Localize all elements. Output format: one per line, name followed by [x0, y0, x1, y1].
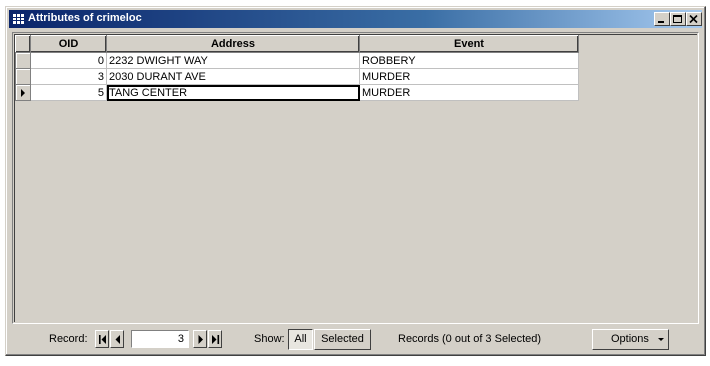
table-row[interactable]: 3 2030 DURANT AVE MURDER [15, 68, 579, 85]
row-selector[interactable] [15, 68, 31, 85]
grid-viewport: OID Address Event 0 2232 DWIGHT WAY ROBB… [14, 34, 697, 322]
table-icon [13, 14, 24, 24]
column-header-oid[interactable]: OID [30, 35, 107, 53]
options-label: Options [611, 333, 649, 345]
records-selected-count: Records (0 out of 3 Selected) [398, 333, 542, 345]
row-selector[interactable] [15, 52, 31, 69]
show-label: Show: [254, 333, 285, 345]
first-record-button[interactable] [95, 330, 109, 348]
table-row[interactable]: 5 TANG CENTER MURDER [15, 84, 579, 101]
header-row: OID Address Event [15, 35, 579, 53]
last-record-button[interactable] [208, 330, 222, 348]
maximize-button[interactable] [670, 12, 686, 26]
attribute-table-window: Attributes of crimeloc OID Address Event… [5, 6, 706, 356]
minimize-icon [658, 21, 664, 23]
previous-record-icon [115, 335, 120, 344]
attribute-table: OID Address Event 0 2232 DWIGHT WAY ROBB… [15, 35, 579, 101]
previous-record-button[interactable] [110, 330, 124, 348]
show-selected-button[interactable]: Selected [314, 329, 371, 350]
status-bar: Record: 3 Show: All Selected Records (0 … [12, 327, 699, 353]
oid-cell[interactable]: 0 [30, 52, 107, 69]
oid-cell[interactable]: 3 [30, 68, 107, 85]
record-number-input[interactable]: 3 [131, 330, 189, 348]
chevron-down-icon [658, 338, 664, 341]
table-row[interactable]: 0 2232 DWIGHT WAY ROBBERY [15, 52, 579, 69]
row-selector[interactable] [15, 84, 31, 101]
row-selector-header[interactable] [15, 35, 31, 53]
close-icon [689, 15, 698, 24]
minimize-button[interactable] [654, 12, 670, 26]
address-cell[interactable]: 2232 DWIGHT WAY [106, 52, 360, 69]
next-record-icon [198, 335, 203, 344]
first-record-icon [99, 335, 106, 344]
show-all-button[interactable]: All [288, 329, 313, 350]
address-cell[interactable]: TANG CENTER [106, 84, 360, 101]
current-row-arrow-icon [21, 89, 25, 97]
window-title: Attributes of crimeloc [28, 12, 142, 24]
oid-cell[interactable]: 5 [30, 84, 107, 101]
title-bar[interactable]: Attributes of crimeloc [9, 10, 702, 28]
address-cell[interactable]: 2030 DURANT AVE [106, 68, 360, 85]
close-button[interactable] [686, 12, 702, 26]
event-cell[interactable]: ROBBERY [359, 52, 579, 69]
event-cell[interactable]: MURDER [359, 84, 579, 101]
maximize-icon [673, 15, 682, 23]
options-button[interactable]: Options [592, 329, 669, 350]
last-record-icon [212, 335, 220, 344]
next-record-button[interactable] [193, 330, 207, 348]
attribute-grid[interactable]: OID Address Event 0 2232 DWIGHT WAY ROBB… [12, 32, 699, 324]
column-header-address[interactable]: Address [106, 35, 360, 53]
event-cell[interactable]: MURDER [359, 68, 579, 85]
record-label: Record: [49, 333, 88, 345]
column-header-event[interactable]: Event [359, 35, 579, 53]
